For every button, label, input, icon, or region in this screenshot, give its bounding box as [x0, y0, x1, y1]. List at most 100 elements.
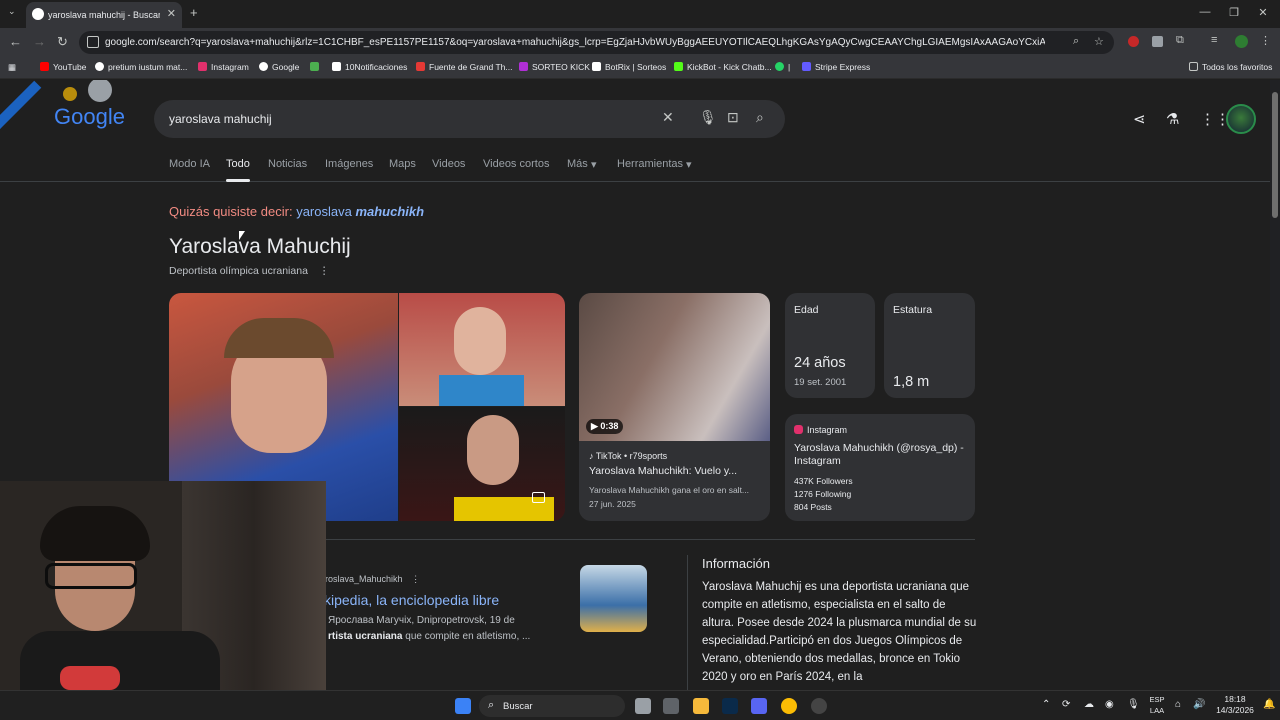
font-icon: [416, 62, 425, 71]
close-window-icon[interactable]: ✕: [1256, 6, 1270, 19]
bookmark-x[interactable]: 10Notificaciones: [332, 62, 407, 72]
back-icon[interactable]: ←: [9, 34, 22, 49]
video-desc: Yaroslava Mahuchikh gana el oro en salt.…: [589, 485, 750, 495]
taskbar-search[interactable]: ⌕ Buscar: [479, 695, 625, 717]
bookmark-youtube[interactable]: YouTube: [40, 62, 86, 72]
network-icon[interactable]: ⌂: [1175, 699, 1181, 710]
tab-noticias[interactable]: Noticias: [268, 158, 307, 170]
tray-cloud-icon[interactable]: ☁: [1084, 699, 1094, 710]
extension-gray-icon[interactable]: [1152, 36, 1163, 47]
info-divider: [687, 555, 688, 690]
menu-kebab-icon[interactable]: ⋮: [1260, 34, 1271, 47]
video-card[interactable]: ▶ 0:38 ♪ TikTok • r79sports Yaroslava Ma…: [579, 293, 770, 521]
browser-tab[interactable]: yaroslava mahuchij - Buscar con Google ✕: [26, 2, 182, 28]
bookmark-fuente[interactable]: Fuente de Grand Th...: [416, 62, 512, 72]
wiki-thumbnail[interactable]: [580, 565, 647, 632]
tab-imagenes[interactable]: Imágenes: [325, 158, 373, 170]
tab-videos[interactable]: Videos: [432, 158, 465, 170]
clear-icon[interactable]: ✕: [662, 109, 674, 126]
tray-app-icon[interactable]: ⟳: [1062, 699, 1070, 710]
zoom-icon[interactable]: ⌕: [1073, 35, 1079, 48]
extension-red-icon[interactable]: [1128, 36, 1139, 47]
media-controls-icon[interactable]: ≡: [1211, 34, 1217, 46]
profile-icon[interactable]: [1235, 35, 1248, 48]
language-indicator[interactable]: ESP LAA: [1148, 694, 1166, 716]
tray-mic-icon[interactable]: 🎙: [1127, 699, 1140, 710]
gallery-icon[interactable]: [532, 492, 545, 503]
video-title[interactable]: Yaroslava Mahuchikh: Vuelo y...: [589, 465, 737, 477]
close-tab-icon[interactable]: ✕: [167, 7, 176, 20]
google-doodle-logo[interactable]: Google: [0, 80, 150, 140]
tab-mas[interactable]: Más: [567, 158, 588, 170]
tray-edge-icon[interactable]: ◉: [1105, 699, 1114, 710]
clover-icon: [310, 62, 319, 71]
lens-icon[interactable]: ⊡: [727, 109, 739, 126]
search-input[interactable]: yaroslava mahuchij: [169, 112, 272, 126]
instagram-title[interactable]: Yaroslava Mahuchikh (@rosya_dp) - Instag…: [794, 442, 969, 468]
did-you-mean-link[interactable]: yaroslava mahuchikh: [296, 204, 424, 219]
tray-overflow-icon[interactable]: ⌃: [1042, 699, 1050, 710]
search-box[interactable]: yaroslava mahuchij ✕ 🎙 ⊡ ⌕: [154, 100, 785, 138]
site-info-icon[interactable]: [87, 36, 99, 48]
shirt-shape: [439, 375, 524, 406]
new-tab-icon[interactable]: +: [190, 5, 198, 20]
notifications-icon[interactable]: 🔔: [1263, 699, 1275, 710]
more-options-icon[interactable]: ⋮: [319, 265, 330, 277]
minimize-icon[interactable]: —: [1198, 6, 1212, 18]
file-explorer-icon[interactable]: [693, 698, 709, 714]
tab-todo[interactable]: Todo: [226, 158, 250, 170]
share-icon[interactable]: ⋖: [1133, 110, 1146, 128]
bookmark-google[interactable]: Google: [259, 62, 299, 72]
bookmark-star-icon[interactable]: ☆: [1094, 35, 1104, 48]
apps-grid-icon[interactable]: ▦: [8, 62, 16, 73]
task-view-icon[interactable]: [635, 698, 651, 714]
windows-start-icon[interactable]: [455, 698, 471, 714]
bookmark-kickbot[interactable]: KickBot - Kick Chatb...: [674, 62, 772, 72]
volume-icon[interactable]: 🔊: [1193, 699, 1205, 710]
app-icon[interactable]: [663, 698, 679, 714]
scrollbar-thumb[interactable]: [1272, 92, 1278, 218]
bookmark-sorteo-kick[interactable]: SORTEO KICK: [519, 62, 590, 72]
snippet-line: que compite en atletismo, ...: [405, 631, 531, 642]
reload-icon[interactable]: ↻: [57, 34, 68, 50]
all-bookmarks[interactable]: Todos los favoritos: [1189, 62, 1272, 72]
height-card[interactable]: Estatura 1,8 m: [884, 293, 975, 398]
forward-icon[interactable]: →: [33, 34, 46, 49]
tab-herramientas[interactable]: Herramientas: [617, 158, 683, 170]
microphone-icon[interactable]: 🎙: [699, 109, 717, 126]
extensions-puzzle-icon[interactable]: ⧉: [1176, 34, 1184, 47]
bookmark-label: BotRix | Sorteos: [605, 62, 667, 72]
address-bar[interactable]: google.com/search?q=yaroslava+mahuchij&r…: [79, 31, 1114, 54]
athlete-photo-portrait[interactable]: [399, 407, 565, 521]
source-text: TikTok • r79sports: [595, 451, 668, 461]
bookmark-pretium[interactable]: pretium iustum mat...: [95, 62, 187, 72]
instagram-card[interactable]: Instagram Yaroslava Mahuchikh (@rosya_dp…: [785, 414, 975, 521]
age-card[interactable]: Edad 24 años 19 set. 2001: [785, 293, 875, 398]
bookmark-green[interactable]: [310, 62, 323, 72]
bookmark-whatsapp[interactable]: |: [775, 62, 790, 72]
labs-flask-icon[interactable]: ⚗: [1166, 110, 1179, 128]
page-scrollbar[interactable]: [1270, 80, 1280, 690]
discord-icon[interactable]: [751, 698, 767, 714]
tab-maps[interactable]: Maps: [389, 158, 416, 170]
tab-modo-ia[interactable]: Modo IA: [169, 158, 210, 170]
bookmark-stripe[interactable]: Stripe Express: [802, 62, 870, 72]
photoshop-icon[interactable]: [722, 698, 738, 714]
botrix-icon: [592, 62, 601, 71]
bookmark-botrix[interactable]: BotRix | Sorteos: [592, 62, 666, 72]
chrome-icon[interactable]: [781, 698, 797, 714]
tab-search-icon[interactable]: ⌄: [8, 6, 16, 17]
more-options-icon[interactable]: ⋮: [411, 574, 420, 584]
restore-icon[interactable]: ❐: [1227, 6, 1241, 19]
search-icon[interactable]: ⌕: [756, 109, 764, 126]
system-clock[interactable]: 18:18 14/3/2026: [1210, 694, 1260, 716]
wiki-title-link[interactable]: kipedia, la enciclopedia libre: [324, 592, 499, 608]
x-icon: [332, 62, 341, 71]
bookmark-instagram[interactable]: Instagram: [198, 62, 249, 72]
athlete-photo-medal[interactable]: [399, 293, 565, 406]
account-avatar[interactable]: [1226, 104, 1256, 134]
height-label: Estatura: [893, 304, 933, 316]
app-icon[interactable]: [811, 698, 827, 714]
tab-videos-cortos[interactable]: Videos cortos: [483, 158, 549, 170]
instagram-icon: [198, 62, 207, 71]
